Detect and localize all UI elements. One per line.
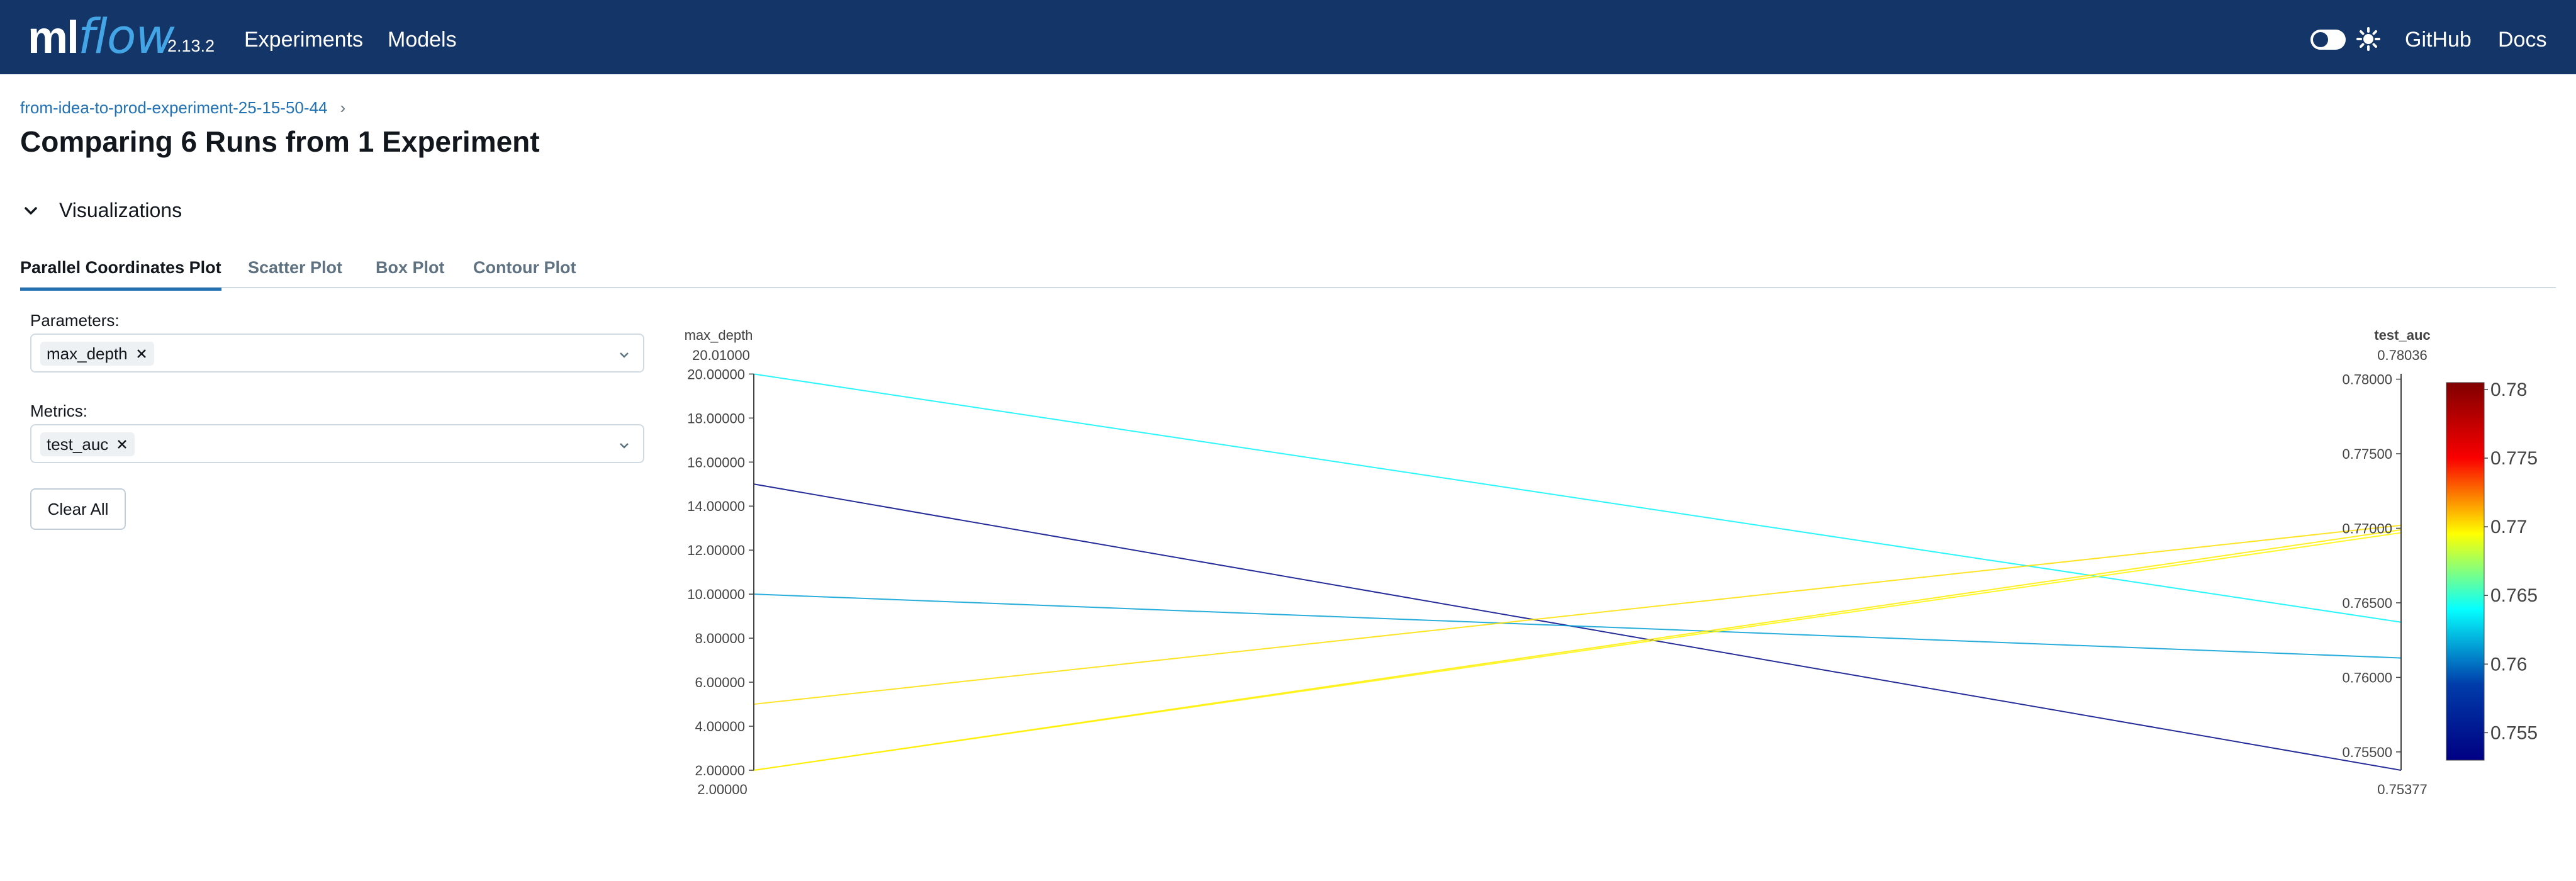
colorbar-gradient bbox=[2446, 382, 2485, 761]
test-auc-tick-label: 0.75500 bbox=[2342, 744, 2392, 760]
tab-contour-plot[interactable]: Contour Plot bbox=[473, 258, 576, 288]
max-depth-tick-label: 18.00000 bbox=[687, 410, 745, 426]
logo-ml-text: ml bbox=[28, 13, 79, 63]
chevron-down-icon bbox=[620, 352, 629, 358]
run-line-4 bbox=[753, 524, 2402, 705]
test-auc-tick-label: 0.76500 bbox=[2342, 595, 2392, 611]
run-line-3 bbox=[753, 593, 2402, 659]
nav-github[interactable]: GitHub bbox=[2405, 28, 2472, 52]
page-title: Comparing 6 Runs from 1 Experiment bbox=[20, 125, 540, 158]
run-line-1 bbox=[753, 373, 2402, 623]
breadcrumb-chevron-icon: › bbox=[340, 98, 346, 117]
sun-icon bbox=[2356, 25, 2381, 53]
metrics-select[interactable]: test_auc bbox=[30, 424, 644, 463]
max-depth-range-top: 20.01000 bbox=[692, 347, 750, 363]
metric-tag: test_auc bbox=[40, 432, 135, 456]
max-depth-tick-label: 20.00000 bbox=[687, 366, 745, 382]
max-depth-tick-label: 2.00000 bbox=[695, 763, 745, 778]
colorbar-tick-label: 0.765 bbox=[2490, 585, 2538, 606]
max-depth-tick-label: 14.00000 bbox=[687, 498, 745, 514]
nav-docs[interactable]: Docs bbox=[2498, 28, 2546, 52]
toggle-knob bbox=[2313, 32, 2328, 47]
breadcrumb-experiment-link[interactable]: from-idea-to-prod-experiment-25-15-50-44 bbox=[20, 98, 327, 118]
metrics-label: Metrics: bbox=[30, 401, 87, 420]
version-label: 2.13.2 bbox=[167, 36, 215, 55]
tab-box-plot[interactable]: Box Plot bbox=[376, 258, 445, 288]
run-line-6 bbox=[753, 529, 2402, 771]
max-depth-tick-label: 12.00000 bbox=[687, 542, 745, 558]
parallel-coordinates-svg: max_depth 20.01000 2.00000 20.00000 18.00000… bbox=[685, 327, 2538, 797]
remove-tag-icon[interactable] bbox=[135, 347, 148, 360]
metric-tag-label: test_auc bbox=[47, 434, 109, 454]
axes: max_depth 20.01000 2.00000 20.00000 18.00000… bbox=[685, 327, 2431, 797]
tab-scatter-plot[interactable]: Scatter Plot bbox=[248, 258, 342, 288]
remove-tag-icon[interactable] bbox=[116, 438, 128, 451]
parallel-coordinates-chart[interactable]: max_depth 20.01000 2.00000 20.00000 18.00000… bbox=[661, 308, 2548, 812]
chevron-down-icon bbox=[25, 206, 37, 215]
parameter-tag-label: max_depth bbox=[47, 344, 128, 363]
test-auc-tick-label: 0.78000 bbox=[2342, 372, 2392, 388]
max-depth-tick-label: 10.00000 bbox=[687, 586, 745, 602]
visualizations-section-toggle[interactable]: Visualizations bbox=[23, 199, 182, 222]
test-auc-axis-title: test_auc bbox=[2374, 327, 2430, 343]
colorbar-tick-label: 0.77 bbox=[2490, 517, 2527, 537]
section-label: Visualizations bbox=[59, 199, 182, 222]
top-navigation-bar: ml flow 2.13.2 Experiments Models GitHub … bbox=[0, 0, 2576, 74]
test-auc-tick-label: 0.77500 bbox=[2342, 446, 2392, 462]
visualization-tabs: Parallel Coordinates Plot Scatter Plot B… bbox=[20, 252, 2556, 291]
test-auc-range-top: 0.78036 bbox=[2377, 347, 2428, 363]
max-depth-range-bottom: 2.00000 bbox=[697, 782, 748, 797]
max-depth-tick-label: 6.00000 bbox=[695, 675, 745, 690]
max-depth-tick-label: 8.00000 bbox=[695, 631, 745, 646]
breadcrumb: from-idea-to-prod-experiment-25-15-50-44… bbox=[20, 98, 345, 118]
run-line-2 bbox=[753, 483, 2402, 771]
test-auc-tick-label: 0.77000 bbox=[2342, 520, 2392, 536]
tab-parallel-coordinates[interactable]: Parallel Coordinates Plot bbox=[20, 258, 221, 291]
chevron-down-icon bbox=[620, 443, 629, 449]
test-auc-tick-label: 0.76000 bbox=[2342, 670, 2392, 685]
parameters-label: Parameters: bbox=[30, 311, 120, 330]
parameters-select[interactable]: max_depth bbox=[30, 334, 644, 373]
colorbar-tick-label: 0.755 bbox=[2490, 722, 2538, 743]
mlflow-logo[interactable]: ml flow bbox=[28, 6, 175, 67]
colorbar-tick-label: 0.76 bbox=[2490, 654, 2527, 675]
colorbar: 0.78 0.775 0.77 0.765 0.76 0.755 bbox=[2446, 379, 2538, 761]
run-lines bbox=[753, 373, 2402, 771]
nav-models[interactable]: Models bbox=[388, 28, 457, 52]
colorbar-tick-label: 0.775 bbox=[2490, 448, 2538, 469]
clear-all-button[interactable]: Clear All bbox=[30, 488, 126, 530]
max-depth-tick-label: 16.00000 bbox=[687, 454, 745, 470]
parameter-tag: max_depth bbox=[40, 342, 154, 366]
nav-experiments[interactable]: Experiments bbox=[244, 28, 363, 52]
theme-toggle[interactable] bbox=[2310, 30, 2346, 50]
colorbar-tick-label: 0.78 bbox=[2490, 379, 2527, 400]
max-depth-axis-title: max_depth bbox=[685, 327, 753, 343]
test-auc-range-bottom: 0.75377 bbox=[2377, 782, 2428, 797]
logo-flow-text: flow bbox=[78, 8, 175, 64]
max-depth-tick-label: 4.00000 bbox=[695, 719, 745, 734]
